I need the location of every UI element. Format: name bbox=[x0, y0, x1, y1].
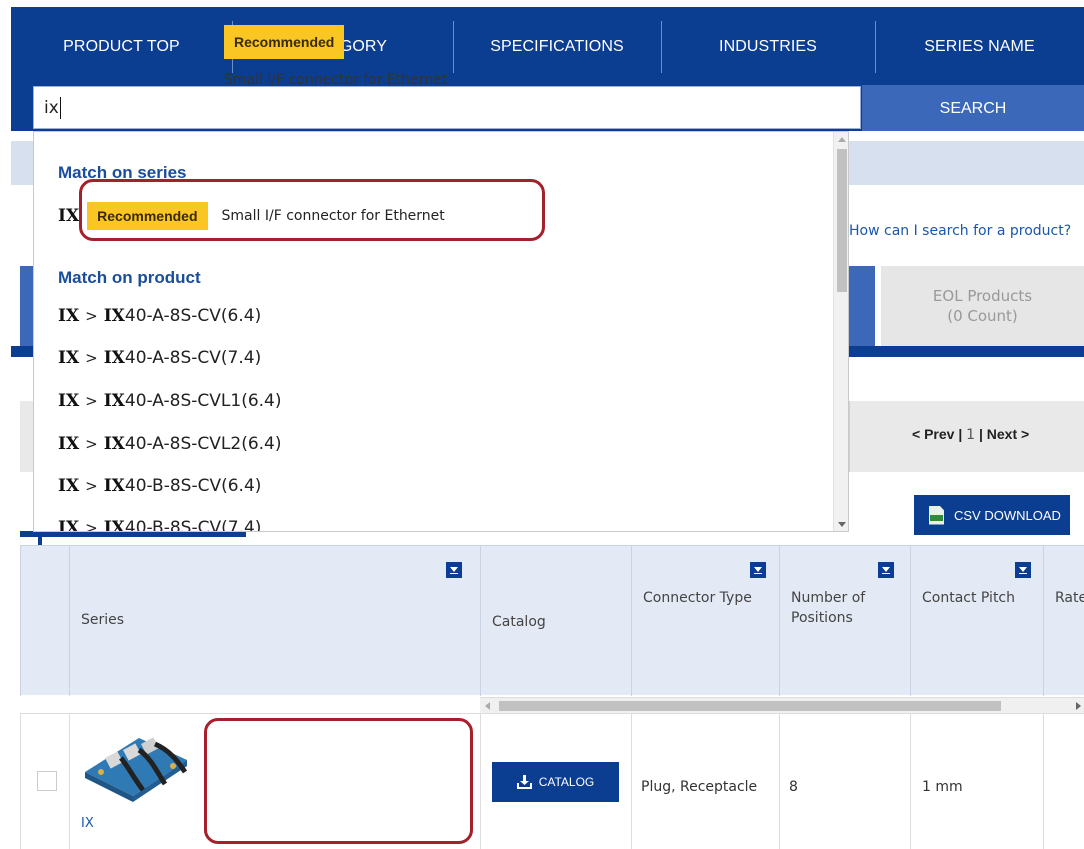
product-series-name: IX bbox=[58, 434, 80, 454]
column-header-rated: Rate bbox=[1043, 546, 1084, 696]
product-suffix: 40-A-8S-CVL1(6.4) bbox=[124, 391, 282, 411]
filter-dropdown-icon[interactable] bbox=[878, 562, 894, 578]
rated-cell bbox=[1043, 714, 1084, 849]
highlight-annotation bbox=[204, 718, 473, 844]
filter-dropdown-icon[interactable] bbox=[446, 562, 462, 578]
contact-pitch-cell: 1 mm bbox=[910, 714, 1043, 849]
column-header-connector-type: Connector Type bbox=[631, 546, 779, 696]
main-navigation: PRODUCT TOP CATEGORY SPECIFICATIONS INDU… bbox=[11, 7, 1084, 85]
suggestion-product-item[interactable]: IX > IX40-B-8S-CV(6.4) bbox=[58, 476, 261, 496]
filter-dropdown-icon[interactable] bbox=[1015, 562, 1031, 578]
path-separator: > bbox=[85, 435, 98, 453]
dropdown-scrollbar[interactable] bbox=[833, 132, 848, 531]
column-header-number-of-positions: Number of Positions bbox=[779, 546, 910, 696]
column-label-catalog: Catalog bbox=[492, 614, 546, 630]
row-checkbox[interactable] bbox=[37, 771, 57, 791]
next-page-link[interactable]: Next > bbox=[987, 426, 1029, 442]
series-link[interactable]: IX bbox=[81, 816, 94, 831]
column-header-catalog: Catalog bbox=[480, 546, 631, 696]
csv-file-icon bbox=[929, 505, 944, 525]
matched-text: IX bbox=[103, 391, 125, 411]
scroll-left-arrow-icon[interactable] bbox=[485, 702, 490, 710]
connector-type-value: Plug, Receptacle bbox=[641, 779, 758, 795]
column-label-contact-pitch: Contact Pitch bbox=[922, 590, 1016, 606]
scroll-right-arrow-icon[interactable] bbox=[1076, 702, 1081, 710]
tab-eol-products[interactable]: EOL Products (0 Count) bbox=[881, 266, 1084, 346]
product-series-name: IX bbox=[58, 306, 80, 326]
product-suffix: 40-A-8S-CVL2(6.4) bbox=[124, 434, 282, 454]
suggestion-product-item[interactable]: IX > IX40-A-8S-CV(6.4) bbox=[58, 306, 261, 326]
column-label-rated: Rate bbox=[1055, 590, 1084, 606]
table-header: Series Catalog Connector Type Number of … bbox=[20, 545, 1084, 696]
recommended-badge: Recommended bbox=[224, 25, 345, 59]
column-header-contact-pitch: Contact Pitch bbox=[910, 546, 1043, 696]
csv-download-label: CSV DOWNLOAD bbox=[954, 507, 1061, 523]
tab-specifications[interactable]: SPECIFICATIONS bbox=[453, 7, 661, 85]
product-suffix: 40-B-8S-CV(6.4) bbox=[124, 476, 262, 496]
positions-value: 8 bbox=[789, 779, 798, 795]
path-separator: > bbox=[85, 349, 98, 367]
path-separator: > bbox=[85, 519, 98, 532]
connector-type-cell: Plug, Receptacle bbox=[631, 714, 779, 849]
search-bar: ix SEARCH bbox=[11, 85, 1084, 131]
product-series-name: IX bbox=[58, 348, 80, 368]
product-series-name: IX bbox=[58, 391, 80, 411]
catalog-download-button[interactable]: CATALOG bbox=[492, 762, 619, 802]
download-icon bbox=[516, 775, 532, 789]
tab-series-name[interactable]: SERIES NAME bbox=[875, 7, 1084, 85]
scroll-down-arrow-icon[interactable] bbox=[838, 522, 846, 527]
product-suffix: 40-A-8S-CV(6.4) bbox=[124, 306, 262, 326]
pager-separator: | bbox=[958, 426, 963, 442]
matched-text: IX bbox=[103, 518, 125, 532]
search-button[interactable]: SEARCH bbox=[862, 85, 1084, 131]
tab-industries[interactable]: INDUSTRIES bbox=[661, 7, 875, 85]
column-label-positions: Number of Positions bbox=[791, 590, 866, 626]
product-suffix: 40-A-8S-CV(7.4) bbox=[124, 348, 262, 368]
matched-text: IX bbox=[103, 348, 125, 368]
horizontal-scrollbar[interactable] bbox=[480, 697, 1084, 713]
search-input-value: ix bbox=[44, 97, 59, 118]
search-help-link[interactable]: How can I search for a product? bbox=[849, 223, 1071, 239]
tab-product-top[interactable]: PRODUCT TOP bbox=[11, 7, 232, 85]
contact-pitch-value: 1 mm bbox=[922, 779, 963, 795]
suggestion-product-item[interactable]: IX > IX40-A-8S-CVL1(6.4) bbox=[58, 391, 282, 411]
prev-page-link[interactable]: < Prev bbox=[912, 426, 954, 442]
text-caret bbox=[59, 96, 61, 119]
csv-download-button[interactable]: CSV DOWNLOAD bbox=[914, 495, 1070, 535]
path-separator: > bbox=[85, 477, 98, 495]
product-match-heading: Match on product bbox=[58, 268, 201, 287]
catalog-button-label: CATALOG bbox=[538, 775, 595, 789]
scrollbar-thumb[interactable] bbox=[837, 149, 847, 292]
suggestion-product-item[interactable]: IX > IX40-A-8S-CVL2(6.4) bbox=[58, 434, 282, 454]
product-series-name: IX bbox=[58, 476, 80, 496]
select-column-header bbox=[20, 546, 69, 696]
search-input[interactable]: ix bbox=[33, 86, 861, 129]
suggestion-product-item[interactable]: IX > IX40-B-8S-CV(7.4) bbox=[58, 518, 262, 532]
eol-tab-label: EOL Products bbox=[932, 287, 1033, 305]
current-page-number: 1 bbox=[966, 427, 976, 443]
pagination: < Prev | 1 | Next > bbox=[912, 426, 1029, 443]
product-series-name: IX bbox=[58, 518, 80, 532]
matched-text: IX bbox=[103, 476, 125, 496]
positions-cell: 8 bbox=[779, 714, 910, 849]
column-label-series: Series bbox=[81, 612, 125, 628]
column-label-connector-type: Connector Type bbox=[643, 590, 752, 606]
matched-text: IX bbox=[103, 306, 125, 326]
series-description: Small I/F connector for Ethernet bbox=[224, 72, 448, 88]
product-suffix: 40-B-8S-CV(7.4) bbox=[124, 518, 262, 532]
suggestion-product-item[interactable]: IX > IX40-A-8S-CV(7.4) bbox=[58, 348, 261, 368]
path-separator: > bbox=[85, 307, 98, 325]
scroll-up-arrow-icon[interactable] bbox=[838, 137, 846, 142]
select-cell bbox=[20, 714, 69, 849]
pager-separator: | bbox=[978, 426, 983, 442]
suggestion-series-name: IX bbox=[58, 206, 80, 226]
scrollbar-thumb[interactable] bbox=[499, 701, 1001, 711]
product-image[interactable] bbox=[81, 724, 191, 806]
highlight-annotation bbox=[79, 179, 545, 241]
filter-dropdown-icon[interactable] bbox=[750, 562, 766, 578]
matched-text: IX bbox=[103, 434, 125, 454]
path-separator: > bbox=[85, 392, 98, 410]
column-header-series: Series bbox=[69, 546, 480, 696]
eol-tab-count: (0 Count) bbox=[947, 307, 1018, 325]
